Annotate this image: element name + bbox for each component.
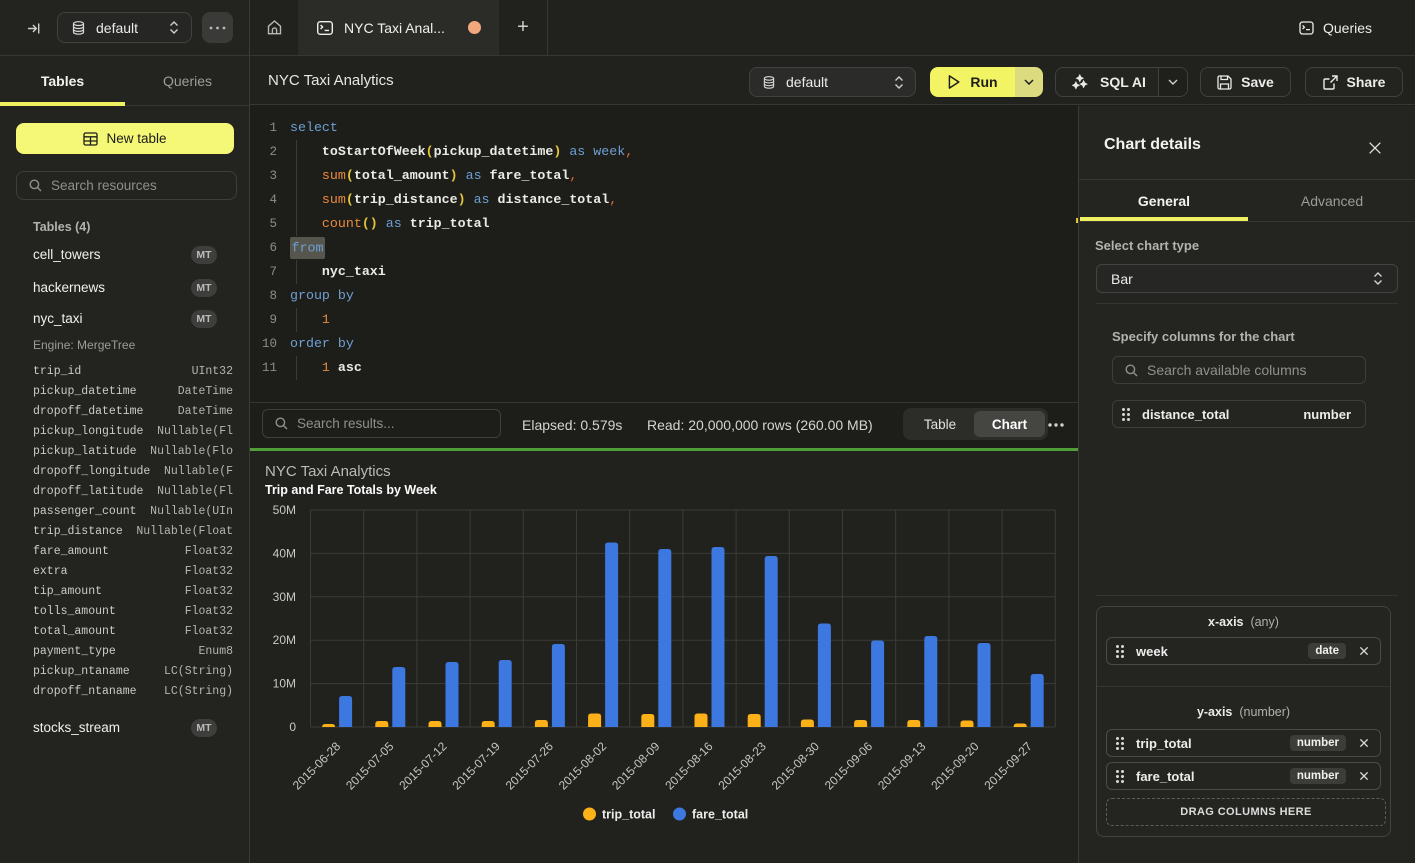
svg-text:20M: 20M — [273, 633, 296, 647]
svg-text:30M: 30M — [273, 590, 296, 604]
svg-text:trip_total: trip_total — [602, 808, 655, 822]
svg-text:NYC Taxi Analytics: NYC Taxi Analytics — [265, 463, 391, 480]
svg-text:2015-07-05: 2015-07-05 — [343, 739, 397, 793]
svg-text:0: 0 — [289, 720, 296, 734]
svg-text:2015-08-16: 2015-08-16 — [662, 739, 716, 793]
svg-text:2015-08-30: 2015-08-30 — [769, 739, 823, 793]
svg-text:2015-07-19: 2015-07-19 — [450, 739, 504, 793]
svg-text:40M: 40M — [273, 546, 296, 560]
svg-text:2015-08-23: 2015-08-23 — [716, 739, 770, 793]
svg-text:50M: 50M — [273, 503, 296, 517]
svg-text:10M: 10M — [273, 677, 296, 691]
svg-text:2015-07-12: 2015-07-12 — [396, 739, 450, 793]
svg-text:Trip and Fare Totals by Week: Trip and Fare Totals by Week — [265, 483, 437, 497]
svg-text:2015-08-02: 2015-08-02 — [556, 739, 610, 793]
svg-text:2015-06-28: 2015-06-28 — [290, 739, 344, 793]
svg-text:2015-08-09: 2015-08-09 — [609, 739, 663, 793]
svg-text:fare_total: fare_total — [692, 808, 748, 822]
svg-text:2015-09-27: 2015-09-27 — [982, 739, 1036, 793]
svg-text:2015-09-20: 2015-09-20 — [928, 739, 982, 793]
svg-text:2015-07-26: 2015-07-26 — [503, 739, 557, 793]
svg-text:2015-09-13: 2015-09-13 — [875, 739, 929, 793]
svg-text:2015-09-06: 2015-09-06 — [822, 739, 876, 793]
